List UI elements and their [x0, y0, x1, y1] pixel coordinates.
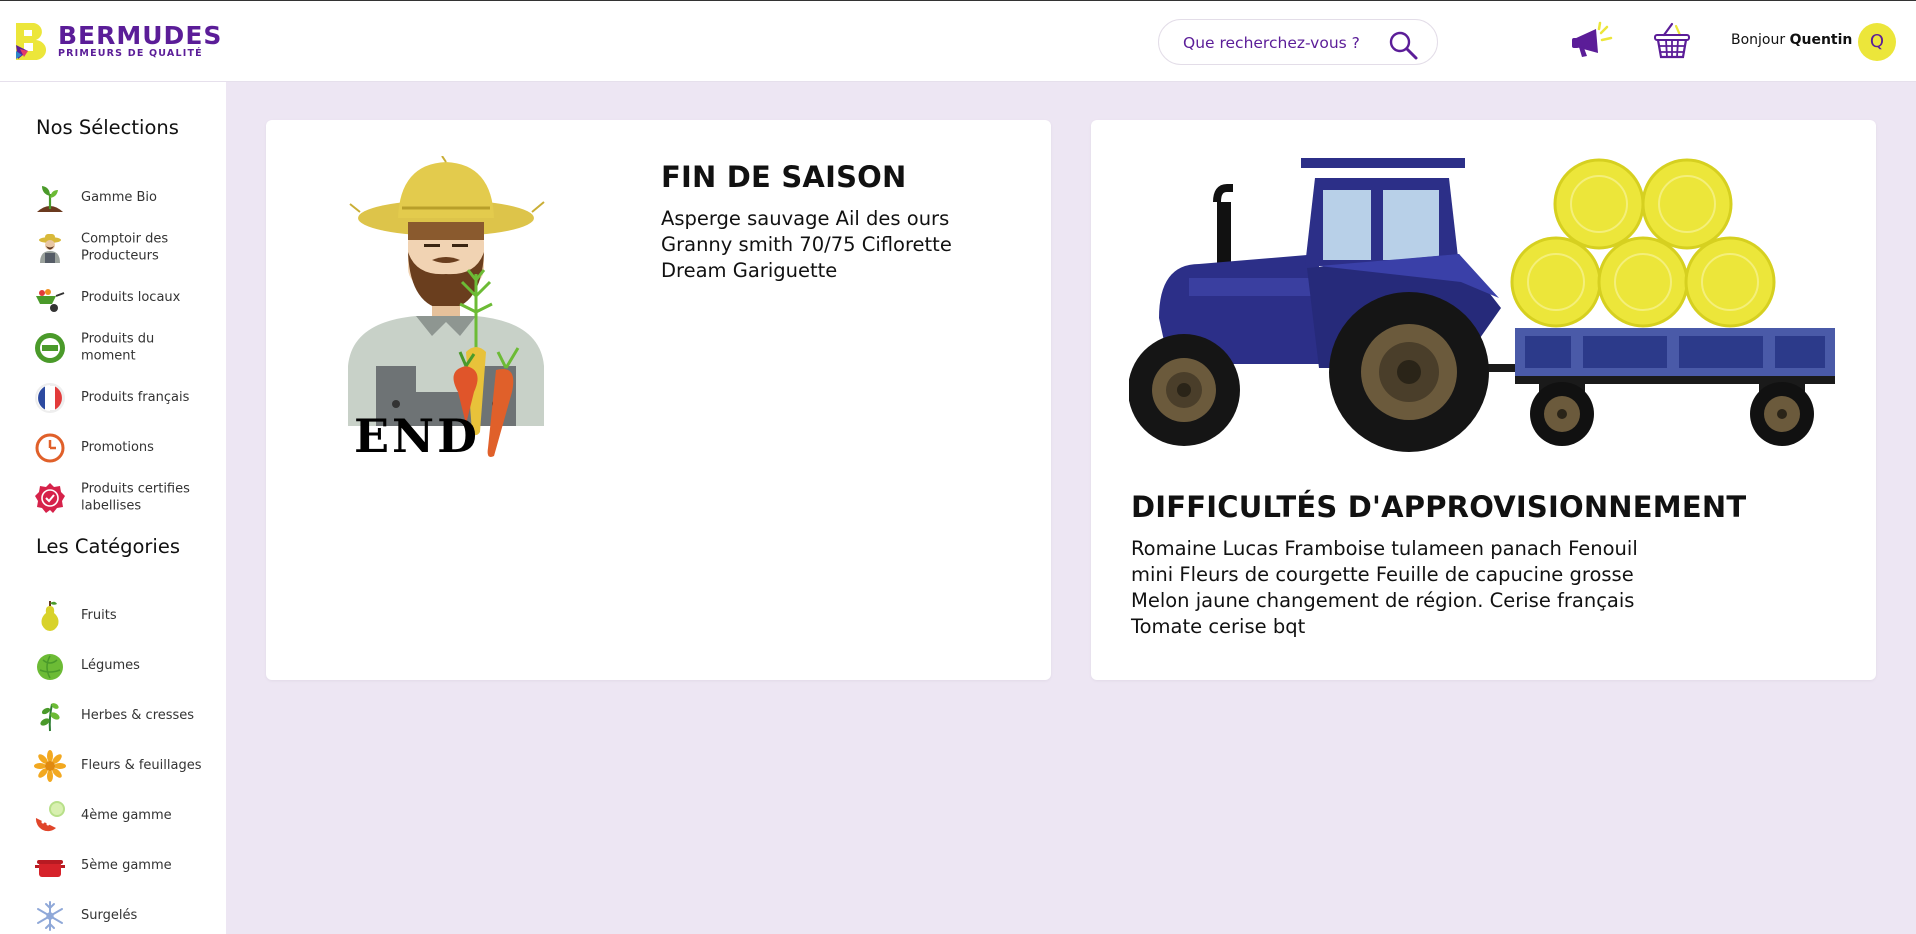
avatar[interactable]: Q — [1858, 23, 1896, 61]
card-title: DIFFICULTÉS D'APPROVISIONNEMENT — [1131, 490, 1747, 524]
sidebar-item-herbes-cresses[interactable]: Herbes & cresses — [34, 694, 220, 738]
user-name: Quentin — [1789, 32, 1853, 48]
cabbage-icon — [37, 654, 63, 680]
sidebar-item-produits-moment[interactable]: Produits du moment — [34, 326, 220, 370]
snowflake-icon — [37, 901, 63, 931]
sidebar-item-surgeles[interactable]: Surgelés — [34, 894, 220, 934]
brand-tagline: PRIMEURS DE QUALITÉ — [58, 48, 203, 59]
news-card-difficultes[interactable]: DIFFICULTÉS D'APPROVISIONNEMENT Romaine … — [1091, 120, 1876, 680]
sidebar-item-comptoir-producteurs[interactable]: Comptoir des Producteurs — [34, 226, 220, 270]
clock-icon — [35, 433, 65, 463]
user-greeting[interactable]: Bonjour Quentin — [1731, 32, 1852, 48]
search-bar[interactable] — [1158, 19, 1438, 65]
sidebar-item-promotions[interactable]: Promotions — [34, 426, 220, 470]
sidebar-item-fruits[interactable]: Fruits — [34, 594, 220, 638]
wheelbarrow-icon — [36, 289, 65, 312]
sidebar-item-gamme-bio[interactable]: Gamme Bio — [34, 176, 220, 220]
sidebar-item-label: Produits du moment — [81, 331, 155, 364]
top-header: BERMUDES PRIMEURS DE QUALITÉ Bonjour Que… — [0, 0, 1916, 82]
flower-icon — [34, 750, 66, 782]
sidebar-item-produits-francais[interactable]: Produits français — [34, 376, 220, 420]
sidebar-item-label: 5ème gamme — [81, 857, 172, 873]
tractor-hay-illustration — [1129, 158, 1835, 452]
sidebar-item-label: Produits certifies labellises — [81, 481, 190, 514]
sprout-icon — [37, 186, 63, 212]
search-input[interactable] — [1183, 31, 1383, 55]
sidebar: Nos Sélections Gamme Bio Comptoir des Pr… — [0, 82, 226, 934]
pear-icon — [41, 601, 59, 631]
sidebar-item-produits-certifies[interactable]: Produits certifies labellises — [34, 476, 220, 520]
greeting-text: Bonjour — [1731, 32, 1786, 48]
sidebar-item-produits-locaux[interactable]: Produits locaux — [34, 276, 220, 320]
certified-badge-icon — [35, 483, 65, 513]
brand-logo[interactable]: BERMUDES PRIMEURS DE QUALITÉ — [14, 21, 224, 61]
sidebar-item-label: Fleurs & feuillages — [81, 757, 202, 773]
search-icon[interactable] — [1387, 29, 1419, 61]
french-flag-icon — [35, 383, 65, 413]
sidebar-item-label: Promotions — [81, 439, 154, 455]
news-card-fin-de-saison[interactable]: END FIN DE SAISON Asperge sauvage Ail de… — [266, 120, 1051, 680]
pot-icon — [35, 860, 65, 877]
farmer-icon — [39, 234, 61, 263]
illustration-caption: END — [354, 409, 480, 460]
sidebar-item-label: Gamme Bio — [81, 189, 157, 205]
sidebar-item-label: Herbes & cresses — [81, 707, 195, 723]
logo-mark-icon — [16, 23, 47, 61]
sidebar-item-label: Fruits — [81, 607, 117, 623]
megaphone-icon[interactable] — [1570, 21, 1614, 61]
sidebar-item-label: Produits français — [81, 389, 190, 405]
cut-vegetables-icon — [35, 801, 65, 832]
sidebar-item-label: Surgelés — [81, 907, 138, 923]
sidebar-item-5eme-gamme[interactable]: 5ème gamme — [34, 844, 220, 888]
card-title: FIN DE SAISON — [661, 160, 907, 194]
brand-name: BERMUDES — [58, 21, 223, 50]
sidebar-item-legumes[interactable]: Légumes — [34, 644, 220, 688]
new-badge-icon — [35, 333, 65, 363]
card-text: Romaine Lucas Framboise tulameen panach … — [1131, 537, 1638, 638]
categories-title: Les Catégories — [36, 535, 180, 558]
sidebar-item-label: Produits locaux — [81, 289, 181, 305]
herb-icon — [40, 703, 60, 732]
selections-title: Nos Sélections — [36, 116, 179, 139]
sidebar-item-label: Comptoir des Producteurs — [81, 231, 169, 264]
sidebar-item-4eme-gamme[interactable]: 4ème gamme — [34, 794, 220, 838]
card-text: Asperge sauvage Ail des ours Granny smit… — [661, 207, 952, 282]
farmer-end-illustration: END — [348, 156, 545, 460]
sidebar-item-label: Légumes — [81, 657, 140, 673]
sidebar-item-fleurs-feuillages[interactable]: Fleurs & feuillages — [34, 744, 220, 788]
basket-icon[interactable] — [1652, 21, 1692, 61]
sidebar-item-label: 4ème gamme — [81, 807, 172, 823]
